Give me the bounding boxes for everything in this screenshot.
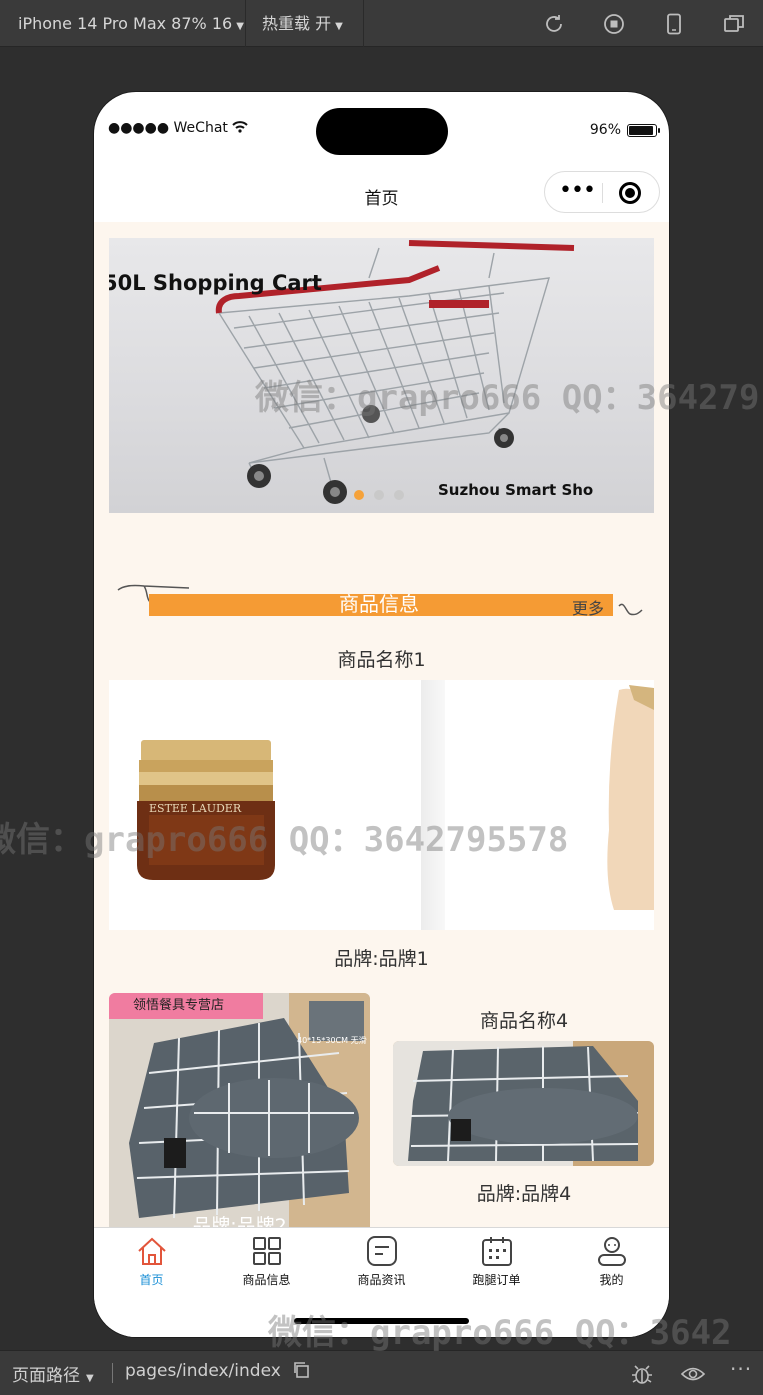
home-indicator (294, 1318, 469, 1324)
product-image[interactable] (393, 1041, 654, 1166)
statusbar-divider (112, 1363, 113, 1383)
page-path-toggle[interactable]: 页面路径 ▼ (12, 1361, 94, 1386)
chevron-down-icon: ▼ (335, 21, 343, 32)
store-tag: 领悟餐具专营店 (109, 993, 263, 1019)
devtools-toolbar: iPhone 14 Pro Max 87% 16 ▼ 热重载 开 ▼ (0, 0, 763, 47)
capsule-divider (602, 183, 603, 203)
window-icon[interactable] (723, 13, 745, 35)
section-title: 商品信息 (339, 592, 419, 616)
product-name[interactable]: 商品名称4 (393, 1006, 655, 1033)
tab-news[interactable]: 商品资讯 (324, 1236, 439, 1288)
copy-icon[interactable] (292, 1361, 310, 1379)
tab-label: 我的 (599, 1273, 624, 1287)
chevron-down-icon: ▼ (236, 21, 244, 32)
carrier-label: ●●●●● WeChat (108, 120, 228, 136)
pillow-image (393, 1041, 654, 1166)
more-icon[interactable]: ··· (730, 1357, 752, 1381)
menu-capsule: ••• (544, 171, 660, 213)
product-image[interactable]: 领悟餐具专营店 40*15*30CM 无滑 品牌:品牌2 (109, 993, 370, 1227)
calendar-icon (481, 1237, 512, 1266)
news-icon (366, 1236, 397, 1266)
more-link[interactable]: 更多 (572, 595, 604, 619)
status-carrier: ●●●●● WeChat (108, 120, 249, 136)
tab-products[interactable]: 商品信息 (209, 1236, 324, 1288)
user-icon (597, 1237, 626, 1266)
eye-icon[interactable] (680, 1363, 706, 1385)
device-label: iPhone 14 Pro Max 87% 16 (18, 14, 233, 33)
swiper-indicator (354, 490, 404, 500)
tab-label: 商品资讯 (357, 1273, 406, 1287)
close-target-icon[interactable] (619, 182, 641, 204)
pillow-image (109, 993, 370, 1227)
jar-label: ESTEE LAUDER (149, 802, 242, 815)
navigation-bar: 首页 ••• (94, 166, 669, 222)
tab-bar: 首页 商品信息 商品资讯 跑腿订单 我的 (94, 1227, 669, 1337)
devtools-statusbar: 页面路径 ▼ pages/index/index ··· (0, 1350, 763, 1395)
section-header: 商品信息 更多 (114, 582, 644, 626)
product-name[interactable]: 商品名称1 (94, 645, 669, 672)
toolbar-divider (245, 0, 246, 47)
battery-icon (627, 123, 660, 137)
tab-mine[interactable]: 我的 (554, 1236, 669, 1288)
product-brand: 品牌:品牌2 (192, 1215, 287, 1227)
home-icon (137, 1237, 166, 1265)
swiper-dot[interactable] (374, 490, 384, 500)
tab-home[interactable]: 首页 (94, 1236, 209, 1288)
product-image[interactable]: ESTEE LAUDER (109, 680, 654, 930)
wifi-icon (232, 121, 249, 133)
tab-label: 首页 (139, 1273, 164, 1287)
chevron-down-icon: ▼ (86, 1373, 94, 1384)
page-path-label: 页面路径 (12, 1366, 80, 1386)
hot-reload-label: 热重载 开 (262, 14, 332, 33)
rotate-icon[interactable] (543, 13, 565, 35)
tab-orders[interactable]: 跑腿订单 (439, 1236, 554, 1288)
page-path-value: pages/index/index (125, 1361, 281, 1381)
hot-reload-toggle[interactable]: 热重载 开 ▼ (262, 0, 343, 47)
swiper-dot[interactable] (394, 490, 404, 500)
tab-label: 商品信息 (242, 1273, 291, 1287)
tab-label: 跑腿订单 (472, 1273, 521, 1287)
dynamic-island (316, 108, 448, 155)
grid-icon (252, 1237, 281, 1265)
device-selector[interactable]: iPhone 14 Pro Max 87% 16 ▼ (18, 0, 244, 47)
banner-subtitle: Suzhou Smart Sho (438, 481, 594, 499)
product-brand: 品牌:品牌1 (334, 948, 429, 970)
page-content: 50L Shopping Cart Suzhou Smart Sho 商品信息 … (94, 222, 669, 1227)
toolbar-divider (363, 0, 364, 47)
status-battery: 96% (589, 122, 660, 138)
product-brand: 品牌:品牌4 (476, 1183, 572, 1205)
banner-swiper[interactable]: 50L Shopping Cart Suzhou Smart Sho (109, 238, 654, 513)
more-dots-icon[interactable]: ••• (559, 178, 596, 203)
banner-headline: 50L Shopping Cart (109, 271, 322, 295)
battery-percent: 96% (589, 122, 621, 138)
phone-icon[interactable] (663, 13, 685, 35)
phone-simulator: ●●●●● WeChat 96% 首页 ••• 50L Shopping Car… (94, 92, 669, 1337)
bug-icon[interactable] (630, 1362, 654, 1386)
stop-icon[interactable] (603, 13, 625, 35)
size-tag: 40*15*30CM 无滑 (297, 1036, 367, 1045)
swiper-dot-active[interactable] (354, 490, 364, 500)
page-path: pages/index/index (125, 1361, 310, 1381)
